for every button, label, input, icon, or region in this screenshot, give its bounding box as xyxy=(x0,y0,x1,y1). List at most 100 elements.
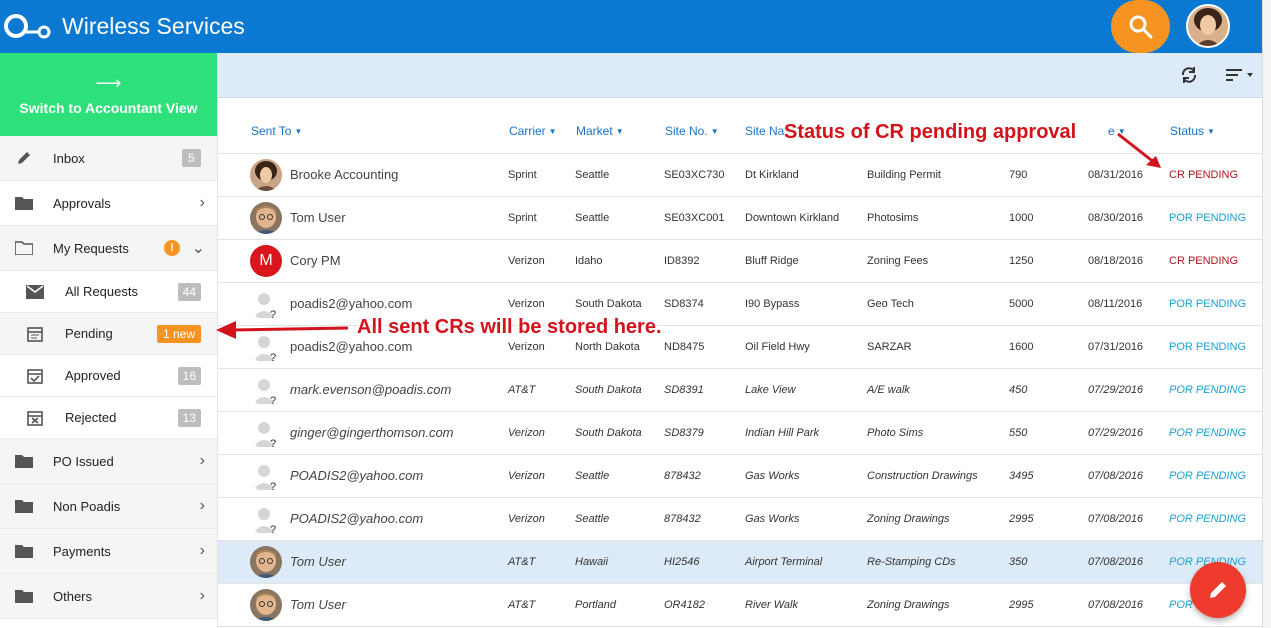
user-avatar[interactable] xyxy=(1186,4,1230,48)
table-row[interactable]: Tom User AT&T Portland OR4182 River Walk Zoni… xyxy=(218,584,1262,627)
annotation-pending-note: All sent CRs will be stored here. xyxy=(357,316,662,338)
alert-icon: ! xyxy=(164,240,180,256)
sidebar-item-pending[interactable]: Pending 1 new xyxy=(0,313,217,355)
folder-icon xyxy=(13,454,35,468)
sidebar-item-label: Non Poadis xyxy=(53,498,121,514)
folder-open-icon xyxy=(13,241,35,255)
scrollbar[interactable] xyxy=(1262,0,1271,628)
table-row[interactable]: ? ginger@gingerthomson.com Verizon South Da… xyxy=(218,412,1262,455)
sent-to-cell: poadis2@yahoo.com xyxy=(290,339,413,354)
sidebar-item-others[interactable]: Others › xyxy=(0,574,217,619)
sort-filter-icon[interactable] xyxy=(1225,66,1257,89)
site-name-cell: I90 Bypass xyxy=(745,298,800,310)
sidebar-item-label: My Requests xyxy=(53,240,129,256)
sidebar-item-approved[interactable]: Approved 16 xyxy=(0,355,217,397)
table-row[interactable]: ? POADIS2@yahoo.com Verizon Seattle 878432 Ga… xyxy=(218,498,1262,541)
type-cell: Construction Drawings xyxy=(867,470,978,482)
sidebar-item-label: Approved xyxy=(65,368,121,383)
site-no-cell: HI2546 xyxy=(664,556,700,568)
status-badge: POR PENDING xyxy=(1169,427,1247,439)
date-cell: 07/31/2016 xyxy=(1088,341,1144,353)
sidebar-item-label: Approvals xyxy=(53,195,111,211)
sidebar-item-non-poadis[interactable]: Non Poadis › xyxy=(0,484,217,529)
site-name-cell: Airport Terminal xyxy=(745,556,823,568)
amount-cell: 1250 xyxy=(1009,255,1034,267)
carrier-cell: Verizon xyxy=(508,298,545,310)
table-row[interactable]: Brooke Accounting Sprint Seattle SE03XC730 D… xyxy=(218,154,1262,197)
avatar xyxy=(250,546,282,578)
type-cell: Zoning Fees xyxy=(867,255,929,267)
table-row[interactable]: ? POADIS2@yahoo.com Verizon Seattle 878432 Ga… xyxy=(218,455,1262,498)
sidebar-item-label: PO Issued xyxy=(53,453,114,469)
site-no-cell: ND8475 xyxy=(664,341,705,353)
table-row[interactable]: Tom User Sprint Seattle SE03XC001 Downtown K… xyxy=(218,197,1262,240)
mail-icon xyxy=(24,284,46,299)
all-requests-count-badge: 44 xyxy=(177,282,201,301)
sidebar-item-rejected[interactable]: Rejected 13 xyxy=(0,397,217,439)
site-no-cell: SE03XC001 xyxy=(664,212,725,224)
site-no-cell: SD8391 xyxy=(664,384,704,396)
avatar xyxy=(250,589,282,621)
carrier-cell: Verizon xyxy=(508,341,545,353)
switch-view-button[interactable]: ⟶ Switch to Accountant View xyxy=(0,53,217,136)
sent-to-cell: poadis2@yahoo.com xyxy=(290,296,413,311)
search-button[interactable] xyxy=(1111,0,1170,53)
status-badge: CR PENDING xyxy=(1169,255,1239,267)
column-header-site-no[interactable]: Site No. ▼ xyxy=(665,124,719,138)
sidebar-item-my-requests[interactable]: My Requests ! ⌄ xyxy=(0,226,217,271)
amount-cell: 3495 xyxy=(1009,470,1034,482)
svg-text:?: ? xyxy=(270,395,276,406)
column-header-date[interactable]: e ▼ xyxy=(1108,124,1126,138)
refresh-icon[interactable] xyxy=(1180,66,1198,89)
folder-icon xyxy=(13,589,35,603)
folder-icon xyxy=(13,544,35,558)
calendar-x-icon xyxy=(24,410,46,426)
avatar: ? xyxy=(250,503,282,535)
app-header: Wireless Services xyxy=(0,0,1262,53)
amount-cell: 5000 xyxy=(1009,298,1034,310)
table-row[interactable]: M Cory PM Verizon Idaho ID8392 Bluff Ridge Zon… xyxy=(218,240,1262,283)
site-no-cell: 878432 xyxy=(664,470,701,482)
date-cell: 07/08/2016 xyxy=(1088,556,1144,568)
site-no-cell: SD8374 xyxy=(664,298,704,310)
amount-cell: 2995 xyxy=(1009,513,1034,525)
column-header-sent-to[interactable]: Sent To ▼ xyxy=(251,124,302,138)
search-icon xyxy=(1129,15,1152,38)
chevron-down-icon: ⌄ xyxy=(191,240,205,257)
carrier-cell: Sprint xyxy=(508,169,537,181)
table-row[interactable]: Tom User AT&T Hawaii HI2546 Airport Terminal… xyxy=(218,541,1262,584)
site-no-cell: SD8379 xyxy=(664,427,704,439)
sidebar-item-all-requests[interactable]: All Requests 44 xyxy=(0,271,217,313)
annotation-status-note: Status of CR pending approval xyxy=(784,121,1077,143)
market-cell: Seattle xyxy=(575,212,610,224)
sidebar-item-payments[interactable]: Payments › xyxy=(0,529,217,574)
site-no-cell: 878432 xyxy=(664,513,701,525)
sidebar-item-po-issued[interactable]: PO Issued › xyxy=(0,439,217,484)
column-header-market[interactable]: Market ▼ xyxy=(576,124,624,138)
sidebar-item-inbox[interactable]: Inbox 5 xyxy=(0,136,217,181)
table-toolbar xyxy=(218,53,1262,98)
svg-text:?: ? xyxy=(270,524,276,535)
sidebar-item-approvals[interactable]: Approvals › xyxy=(0,181,217,226)
market-cell: Seattle xyxy=(575,470,610,482)
column-header-carrier[interactable]: Carrier ▼ xyxy=(509,124,557,138)
site-name-cell: Indian Hill Park xyxy=(745,427,819,439)
table-row[interactable]: ? mark.evenson@poadis.com AT&T South Dakota… xyxy=(218,369,1262,412)
carrier-cell: Verizon xyxy=(508,427,545,439)
app-logo-icon[interactable] xyxy=(2,0,52,53)
column-header-status[interactable]: Status ▼ xyxy=(1170,124,1215,138)
avatar: M xyxy=(250,245,282,277)
market-cell: South Dakota xyxy=(575,427,642,439)
svg-text:?: ? xyxy=(270,309,276,320)
column-header-site-name[interactable]: Site Na xyxy=(745,124,784,138)
market-cell: Seattle xyxy=(575,169,610,181)
arrow-right-icon: ⟶ xyxy=(95,73,122,93)
date-cell: 08/30/2016 xyxy=(1088,212,1144,224)
date-cell: 08/31/2016 xyxy=(1088,169,1144,181)
calendar-check-icon xyxy=(24,368,46,384)
type-cell: Zoning Drawings xyxy=(867,599,950,611)
folder-icon xyxy=(13,196,35,210)
site-name-cell: Oil Field Hwy xyxy=(745,341,810,353)
date-cell: 07/29/2016 xyxy=(1088,384,1144,396)
compose-button[interactable] xyxy=(1190,562,1246,618)
